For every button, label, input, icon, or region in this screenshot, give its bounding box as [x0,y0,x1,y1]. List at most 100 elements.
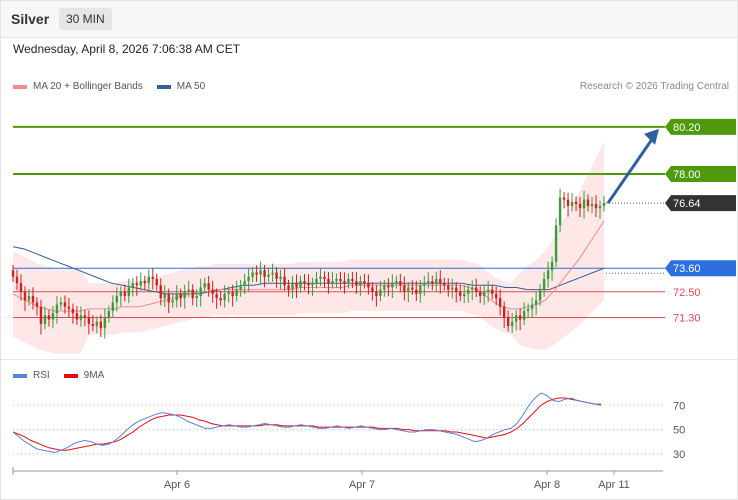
candle-body [419,285,422,294]
candle-body [107,311,111,318]
candle-body [598,206,602,209]
candle-body [307,283,310,286]
candle-body [79,315,83,320]
candle-body [35,302,39,307]
candle-body [251,272,254,277]
x-tick-label: Apr 6 [164,479,190,491]
candle-body [439,278,442,284]
candle-body [582,199,586,209]
candle-body [379,289,382,297]
candle-body [391,283,394,288]
candle-body [351,278,354,282]
candle-body [459,291,462,297]
candle-body [590,203,594,207]
candle-body [175,293,178,301]
candle-body [287,285,290,290]
candle-body [243,281,246,286]
candle-body [498,298,502,307]
forecast-arrow [606,136,655,204]
rsi-tick-label: 30 [673,449,685,461]
chart-widget: Silver 30 MIN Wednesday, April 8, 2026 7… [0,0,738,500]
candle-body [534,300,538,305]
candle-body [443,283,446,286]
candle-body [199,287,202,297]
candle-body [83,315,87,318]
candle-body [518,315,522,320]
candle-body [59,302,63,305]
candle-body [163,293,166,299]
candle-body [546,270,550,279]
candle-body [367,283,370,288]
candle-body [263,270,266,277]
candle-body [171,300,174,303]
candle-body [71,308,75,314]
candle-body [427,281,430,284]
candle-body [574,201,578,204]
candle-body [514,315,518,322]
candle-body [187,289,190,292]
candle-body [327,278,330,284]
candle-body [151,276,154,279]
candle-body [490,289,494,294]
candle-body [550,261,554,271]
candle-body [223,293,226,301]
candle-body [27,296,31,301]
candle-body [566,199,570,207]
candle-body [91,323,95,327]
candle-body [530,304,534,309]
candle-body [207,283,210,290]
candle-body [211,289,214,294]
candle-body [475,287,478,292]
candle-body [494,293,498,299]
candle-body [355,281,358,286]
level-label: 80.20 [673,122,701,134]
candle-body [255,272,258,275]
candle-body [115,296,119,303]
candle-body [99,321,103,329]
candle-body [586,199,590,207]
candle-body [299,281,302,288]
candle-body [55,304,59,314]
candle-body [510,321,514,327]
candle-body [431,281,434,284]
level-label: 78.00 [673,169,701,181]
candle-body [399,281,402,286]
candle-body [375,291,378,297]
candle-body [383,285,386,290]
candle-body [315,278,318,284]
candle-body [19,283,23,292]
candle-body [371,287,374,292]
candle-body [259,270,262,275]
candle-body [542,278,546,290]
candle-body [483,291,486,297]
candle-body [463,293,466,297]
candle-body [239,285,242,290]
candle-body [159,285,162,299]
candle-body [522,311,526,320]
candle-body [363,281,366,284]
candle-body [387,285,390,288]
candle-body [203,283,206,288]
candle-body [423,283,426,286]
candle-body [23,291,27,301]
candle-body [395,281,398,284]
candle-body [319,276,322,279]
candle-body [554,225,558,262]
candle-body [167,293,170,303]
candle-body [303,281,306,284]
candle-body [407,287,410,292]
candle-body [283,276,286,286]
candle-body [227,291,230,294]
candle-body [51,313,55,320]
rsi-tick-label: 50 [673,425,685,437]
candle-body [526,308,530,312]
candle-body [155,278,158,286]
level-label: 73.60 [673,263,701,275]
candle-body [279,276,282,279]
level-label: 72.50 [673,287,701,299]
level-label: 71.30 [673,312,701,324]
candle-body [295,283,298,288]
candle-body [435,278,438,284]
candle-body [359,281,362,286]
candle-body [143,281,146,284]
